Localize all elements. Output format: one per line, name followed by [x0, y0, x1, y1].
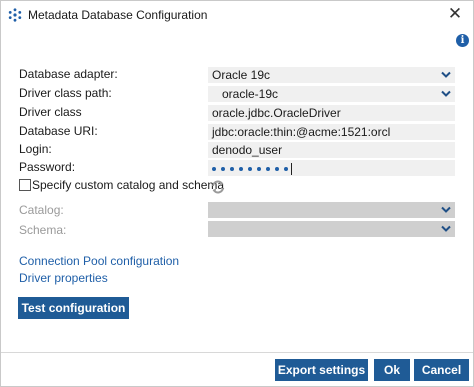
password-dot [284, 166, 288, 171]
info-icon[interactable]: i [456, 34, 469, 47]
catalog-select [208, 202, 455, 218]
refresh-icon[interactable] [210, 179, 226, 195]
custom-catalog-label[interactable]: Specify custom catalog and schema [32, 178, 224, 192]
window-title: Metadata Database Configuration [28, 8, 208, 22]
dialog-window: Metadata Database Configuration ✕ i Data… [0, 0, 474, 387]
test-configuration-button[interactable]: Test configuration [18, 297, 129, 319]
database-adapter-select[interactable]: Oracle 19c [208, 67, 455, 83]
password-dot [212, 166, 216, 171]
cluster-logo-icon [8, 8, 22, 22]
password-dot [221, 166, 225, 171]
database-uri-label: Database URI: [19, 124, 98, 138]
ok-button[interactable]: Ok [374, 359, 410, 381]
driver-class-path-select[interactable]: oracle-19c [208, 86, 455, 102]
cancel-button[interactable]: Cancel [414, 359, 469, 381]
login-input[interactable]: denodo_user [208, 142, 455, 158]
driver-class-path-value: oracle-19c [222, 87, 279, 101]
driver-class-input[interactable]: oracle.jdbc.OracleDriver [208, 105, 455, 121]
login-label: Login: [19, 142, 52, 156]
database-uri-value: jdbc:oracle:thin:@acme:1521:orcl [212, 125, 391, 139]
chevron-down-icon[interactable] [441, 86, 451, 102]
footer-divider [1, 352, 473, 353]
password-dot [275, 166, 279, 171]
database-adapter-value: Oracle 19c [212, 68, 271, 82]
driver-class-path-label: Driver class path: [19, 86, 112, 100]
custom-catalog-checkbox[interactable] [19, 179, 31, 191]
chevron-down-icon[interactable] [441, 67, 451, 83]
chevron-down-icon [441, 202, 451, 218]
database-uri-input[interactable]: jdbc:oracle:thin:@acme:1521:orcl [208, 124, 455, 140]
password-dot [230, 166, 234, 171]
catalog-label: Catalog: [19, 203, 64, 217]
title-bar: Metadata Database Configuration ✕ [1, 1, 473, 29]
driver-class-label: Driver class [19, 105, 82, 119]
database-adapter-label: Database adapter: [19, 67, 118, 81]
driver-class-value: oracle.jdbc.OracleDriver [212, 106, 341, 120]
schema-select [208, 221, 455, 237]
password-dot [239, 166, 243, 171]
schema-label: Schema: [19, 223, 67, 237]
password-dot [257, 166, 261, 171]
chevron-down-icon [441, 221, 451, 237]
password-mask [212, 161, 293, 175]
close-button[interactable]: ✕ [445, 4, 465, 24]
password-dot [266, 166, 270, 171]
password-label: Password: [19, 160, 76, 174]
password-dot [248, 166, 252, 171]
driver-properties-link[interactable]: Driver properties [19, 271, 108, 285]
text-cursor [291, 162, 292, 175]
login-value: denodo_user [212, 143, 283, 157]
password-input[interactable] [208, 160, 455, 176]
export-settings-button[interactable]: Export settings [275, 359, 368, 381]
close-icon[interactable]: ✕ [448, 4, 462, 23]
connection-pool-link[interactable]: Connection Pool configuration [19, 254, 179, 268]
